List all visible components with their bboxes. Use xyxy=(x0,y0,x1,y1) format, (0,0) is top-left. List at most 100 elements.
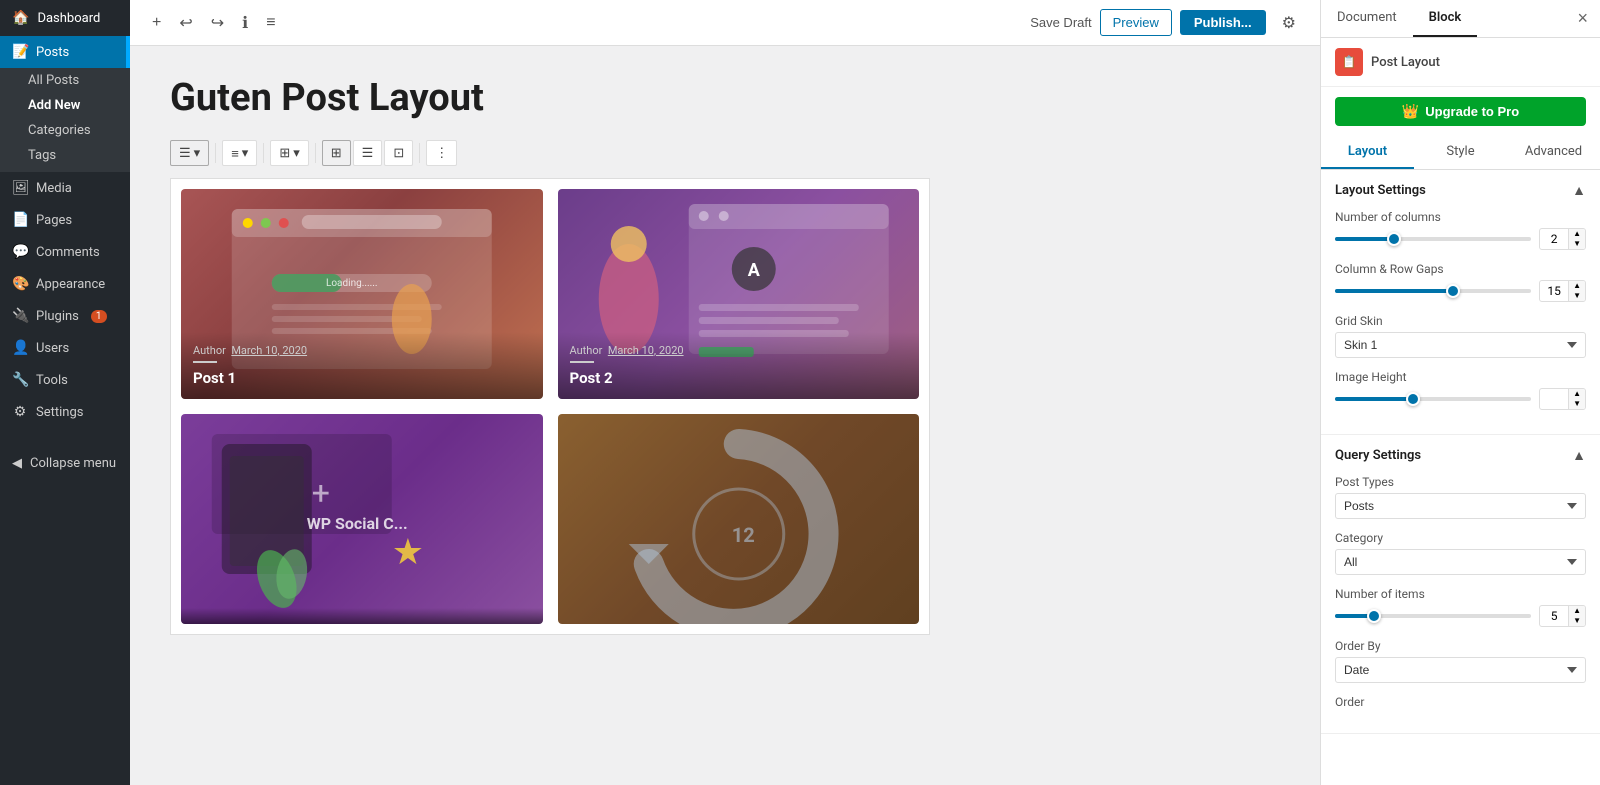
query-settings-toggle[interactable]: ▲ xyxy=(1572,447,1586,463)
panel-close-button[interactable]: × xyxy=(1565,2,1600,35)
tools-menu-button[interactable]: ≡ xyxy=(260,10,281,36)
layout-settings-header: Layout Settings ▲ xyxy=(1335,182,1586,198)
advanced-tab[interactable]: Advanced xyxy=(1507,136,1600,169)
number-items-increment[interactable]: ▲ xyxy=(1569,606,1585,616)
block-label: Post Layout xyxy=(1371,55,1440,70)
sidebar-item-appearance[interactable]: 🎨 Appearance xyxy=(0,268,130,300)
comments-icon: 💬 xyxy=(12,244,28,260)
add-block-button[interactable]: + xyxy=(146,10,167,36)
editor-area: Guten Post Layout ☰ ▾ ≡ ▾ ⊞ ▾ ⊞ ☰ xyxy=(130,46,1320,785)
columns-slider-thumb[interactable] xyxy=(1387,232,1401,246)
document-tab[interactable]: Document xyxy=(1321,0,1413,37)
post-card-2-title: Post 2 xyxy=(570,369,908,387)
publish-button[interactable]: Publish... xyxy=(1180,10,1266,35)
sidebar-comments-label: Comments xyxy=(36,245,100,260)
sidebar-users-label: Users xyxy=(36,341,69,356)
justify-icon: ⊞ xyxy=(279,145,290,161)
gaps-number-input: 15 ▲ ▼ xyxy=(1539,280,1586,302)
sidebar-item-pages[interactable]: 📄 Pages xyxy=(0,204,130,236)
sidebar-pages-label: Pages xyxy=(36,213,72,228)
justify-button[interactable]: ⊞ ▾ xyxy=(270,140,308,166)
number-items-number-input: 5 ▲ ▼ xyxy=(1539,605,1586,627)
layout-tab[interactable]: Layout xyxy=(1321,136,1414,169)
number-items-slider-track[interactable] xyxy=(1335,614,1531,618)
undo-button[interactable]: ↩ xyxy=(173,9,198,37)
sidebar-item-settings[interactable]: ⚙ Settings xyxy=(0,396,130,428)
image-height-slider-fill xyxy=(1335,397,1413,401)
image-height-slider-row: ▲ ▼ xyxy=(1335,388,1586,410)
image-height-slider-track[interactable] xyxy=(1335,397,1531,401)
sidebar-tags[interactable]: Tags xyxy=(0,143,130,168)
columns-increment[interactable]: ▲ xyxy=(1569,229,1585,239)
number-items-slider-thumb[interactable] xyxy=(1367,609,1381,623)
gaps-decrement[interactable]: ▼ xyxy=(1569,291,1585,301)
gaps-increment[interactable]: ▲ xyxy=(1569,281,1585,291)
post-card-2[interactable]: A Author March 10, 2020 xyxy=(558,189,920,399)
post-card-3[interactable]: ★ + WP Social C... xyxy=(181,414,543,624)
list-view-button[interactable]: ☰ xyxy=(353,140,383,166)
post-types-setting: Post Types Posts Pages Custom xyxy=(1335,475,1586,519)
order-by-select[interactable]: Date Title Random xyxy=(1335,657,1586,683)
post-title[interactable]: Guten Post Layout xyxy=(170,76,1280,120)
sub-tabs: Layout Style Advanced xyxy=(1321,136,1600,170)
number-items-decrement[interactable]: ▼ xyxy=(1569,616,1585,626)
columns-value: 2 xyxy=(1540,230,1568,248)
sidebar-all-posts[interactable]: All Posts xyxy=(0,68,130,93)
alignment-button[interactable]: ≡ ▾ xyxy=(222,140,257,166)
upgrade-button[interactable]: 👑 Upgrade to Pro xyxy=(1335,97,1586,126)
block-type-icon: ☰ xyxy=(179,145,191,161)
order-label: Order xyxy=(1335,695,1586,709)
media-icon-btn: ⊡ xyxy=(393,145,404,161)
plugins-icon: 🔌 xyxy=(12,308,28,324)
alignment-arrow: ▾ xyxy=(242,145,249,161)
columns-slider-track[interactable] xyxy=(1335,237,1531,241)
sidebar-posts-label: Posts xyxy=(36,45,69,60)
posts-icon: 📝 xyxy=(12,44,28,60)
sidebar-item-users[interactable]: 👤 Users xyxy=(0,332,130,364)
pages-icon: 📄 xyxy=(12,212,28,228)
sidebar-item-comments[interactable]: 💬 Comments xyxy=(0,236,130,268)
image-height-label: Image Height xyxy=(1335,370,1586,384)
preview-button[interactable]: Preview xyxy=(1100,9,1172,36)
columns-slider-row: 2 ▲ ▼ xyxy=(1335,228,1586,250)
post-card-1[interactable]: Loading...... Author March 10, 2020 P xyxy=(181,189,543,399)
post-card-4[interactable]: 12 xyxy=(558,414,920,624)
gaps-slider-thumb[interactable] xyxy=(1446,284,1460,298)
media-view-button[interactable]: ⊡ xyxy=(384,140,413,166)
block-toolbar: ☰ ▾ ≡ ▾ ⊞ ▾ ⊞ ☰ ⊡ xyxy=(170,140,1280,166)
block-type-button[interactable]: ☰ ▾ xyxy=(170,140,209,166)
save-draft-button[interactable]: Save Draft xyxy=(1030,15,1091,30)
sidebar-dashboard[interactable]: 🏠 Dashboard xyxy=(0,0,130,36)
grid-view-button[interactable]: ⊞ xyxy=(322,140,351,166)
category-select[interactable]: All News Blog xyxy=(1335,549,1586,575)
sidebar-item-plugins[interactable]: 🔌 Plugins 1 xyxy=(0,300,130,332)
sidebar-item-tools[interactable]: 🔧 Tools xyxy=(0,364,130,396)
gaps-value: 15 xyxy=(1540,282,1568,300)
sidebar-item-media[interactable]: 🖼 Media xyxy=(0,172,130,204)
settings-gear-button[interactable]: ⚙ xyxy=(1274,9,1304,37)
block-tab[interactable]: Block xyxy=(1413,0,1478,37)
collapse-menu[interactable]: ◀ Collapse menu xyxy=(0,448,130,479)
sidebar-categories[interactable]: Categories xyxy=(0,118,130,143)
style-tab[interactable]: Style xyxy=(1414,136,1507,169)
gaps-slider-fill xyxy=(1335,289,1453,293)
sidebar-add-new[interactable]: Add New xyxy=(0,93,130,118)
columns-number-input: 2 ▲ ▼ xyxy=(1539,228,1586,250)
columns-decrement[interactable]: ▼ xyxy=(1569,239,1585,249)
layout-settings-toggle[interactable]: ▲ xyxy=(1572,182,1586,198)
block-type-arrow: ▾ xyxy=(194,145,201,161)
post-card-2-divider xyxy=(570,361,594,363)
category-label: Category xyxy=(1335,531,1586,545)
grid-skin-select[interactable]: Skin 1 Skin 2 Skin 3 xyxy=(1335,332,1586,358)
gaps-slider-track[interactable] xyxy=(1335,289,1531,293)
image-height-decrement[interactable]: ▼ xyxy=(1569,399,1585,409)
image-height-slider-thumb[interactable] xyxy=(1406,392,1420,406)
info-button[interactable]: ℹ xyxy=(236,9,254,37)
sidebar-item-posts[interactable]: 📝 Posts xyxy=(0,36,130,68)
topbar: + ↩ ↪ ℹ ≡ Save Draft Preview Publish... … xyxy=(130,0,1320,46)
image-height-increment[interactable]: ▲ xyxy=(1569,389,1585,399)
columns-label: Number of columns xyxy=(1335,210,1586,224)
redo-button[interactable]: ↪ xyxy=(205,9,230,37)
more-options-button[interactable]: ⋮ xyxy=(426,140,457,166)
post-types-select[interactable]: Posts Pages Custom xyxy=(1335,493,1586,519)
